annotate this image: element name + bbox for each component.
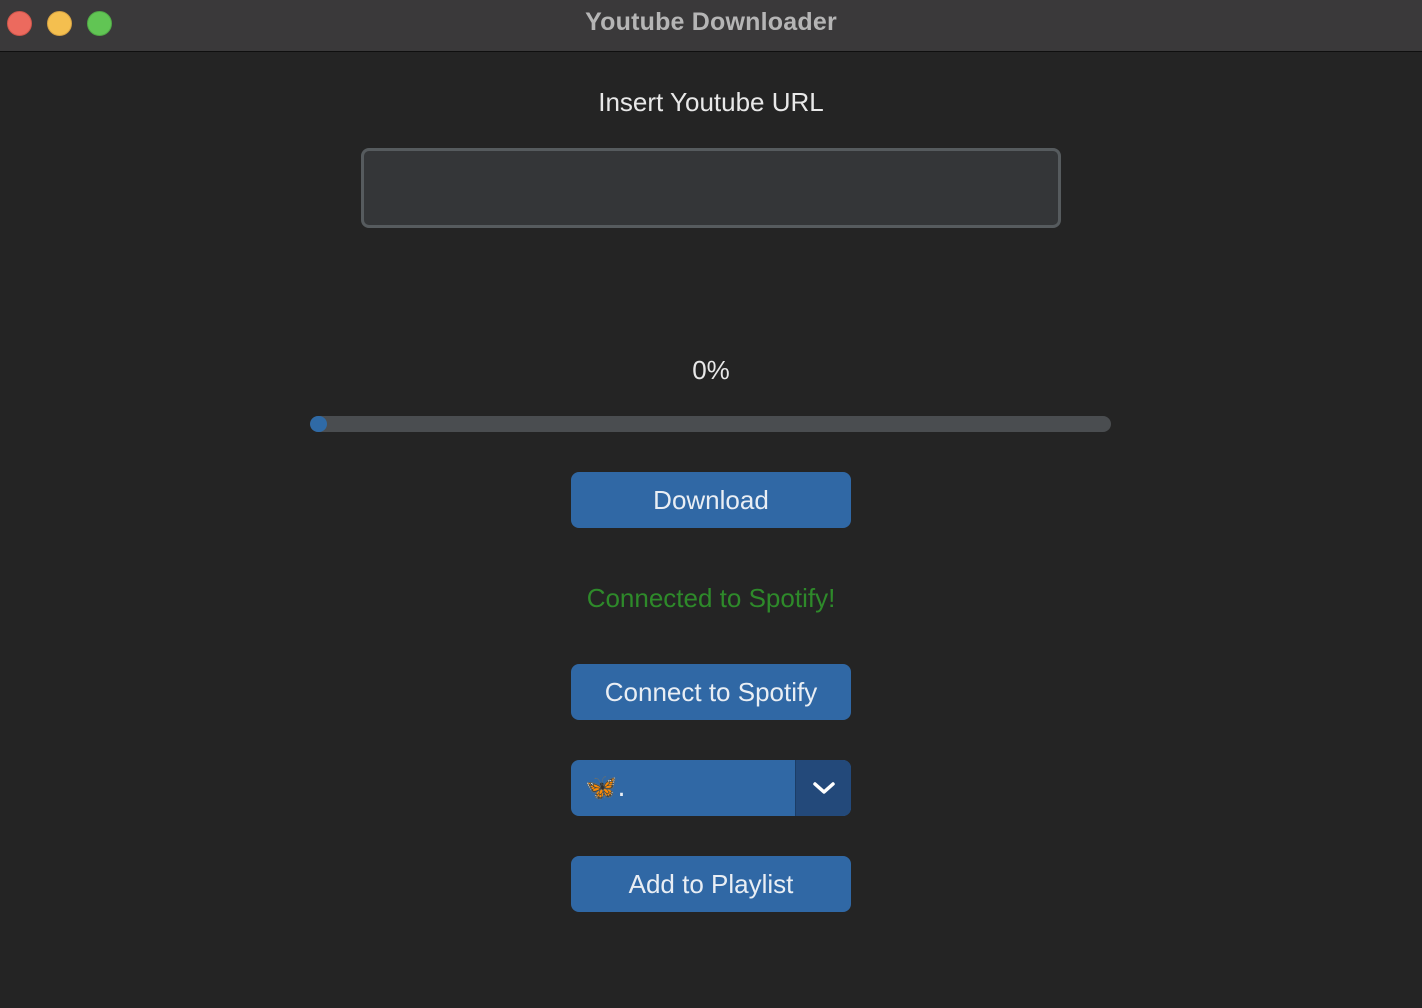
title-bar: Youtube Downloader [0,0,1422,52]
progress-percent: 0% [692,355,730,385]
progress-bar-fill [310,416,327,432]
window-title: Youtube Downloader [585,8,837,36]
download-button[interactable]: Download [571,472,851,528]
url-input[interactable] [361,148,1061,228]
chevron-down-icon [813,782,835,794]
spotify-status: Connected to Spotify! [586,583,836,613]
add-to-playlist-button[interactable]: Add to Playlist [571,856,851,912]
playlist-dropdown[interactable]: 🦋. [571,760,851,816]
url-label: Insert Youtube URL [598,87,824,117]
progress-bar [310,416,1111,432]
app-window: Youtube Downloader Insert Youtube URL 0%… [0,0,1422,1008]
dropdown-toggle[interactable] [795,760,851,816]
connect-spotify-button[interactable]: Connect to Spotify [571,664,851,720]
playlist-dropdown-value: 🦋. [585,773,626,803]
